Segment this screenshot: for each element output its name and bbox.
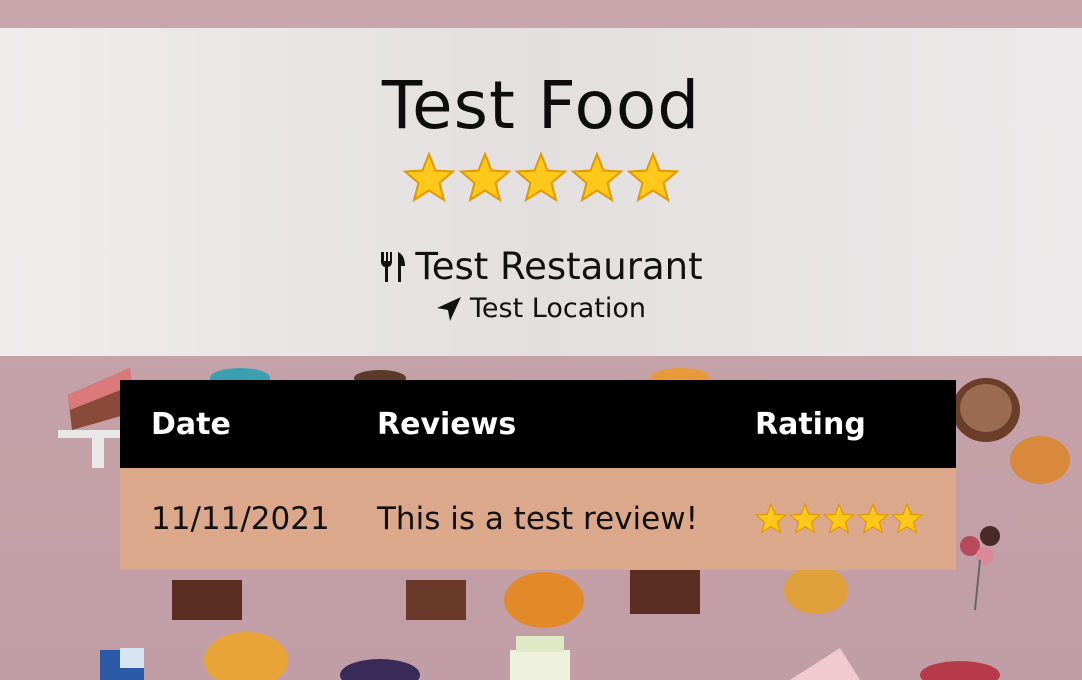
food-rating-stars — [0, 152, 1082, 204]
restaurant-row: Test Restaurant — [0, 244, 1082, 290]
star-icon — [515, 152, 567, 203]
location-arrow-icon — [437, 297, 462, 321]
star-icon — [755, 503, 787, 534]
location-name: Test Location — [470, 293, 646, 324]
star-icon — [627, 152, 679, 203]
star-icon — [823, 503, 855, 534]
lollipops-icon — [960, 526, 1000, 611]
star-icon — [891, 503, 923, 534]
food-header-panel: Test Food Test Restaurant Test Location — [0, 28, 1082, 356]
review-text: This is a test review! — [377, 468, 755, 570]
star-icon — [459, 152, 511, 203]
layer-cake-icon — [510, 636, 860, 680]
reviews-table: Date Reviews Rating 11/11/2021 This is a… — [120, 380, 956, 570]
star-icon — [789, 503, 821, 534]
food-title: Test Food — [381, 67, 701, 144]
review-date: 11/11/2021 — [120, 468, 377, 570]
column-header-date: Date — [120, 380, 377, 468]
table-header-row: Date Reviews Rating — [120, 380, 956, 468]
review-rating — [755, 468, 956, 570]
chocolate-cake-icon — [172, 570, 700, 620]
gift-icon — [100, 648, 144, 680]
star-icon — [403, 152, 455, 203]
utensils-icon — [381, 252, 406, 282]
star-icon — [857, 503, 889, 534]
berry-tart-icon — [340, 659, 1000, 680]
column-header-reviews: Reviews — [377, 380, 755, 468]
star-icon — [571, 152, 623, 203]
restaurant-name: Test Restaurant — [415, 245, 703, 288]
page: Test Food Test Restaurant Test Location — [0, 0, 1082, 680]
table-row: 11/11/2021 This is a test review! — [120, 468, 956, 570]
location-row: Test Location — [0, 292, 1082, 326]
column-header-rating: Rating — [755, 380, 956, 468]
review-rating-stars — [755, 503, 956, 535]
tart-icon — [952, 378, 1020, 442]
